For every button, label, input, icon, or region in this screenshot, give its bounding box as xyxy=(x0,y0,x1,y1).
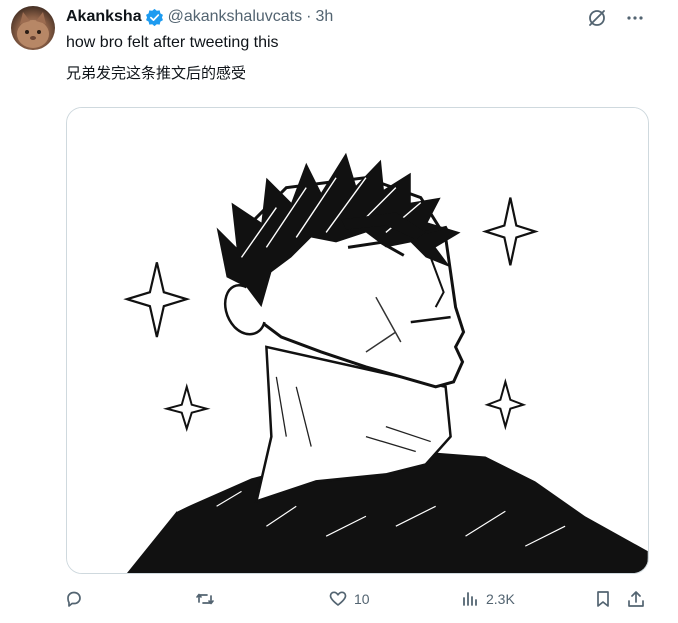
retweet-icon xyxy=(196,593,214,605)
author-handle[interactable]: @akankshaluvcats xyxy=(168,8,303,26)
cat-avatar-icon xyxy=(17,12,49,48)
share-button[interactable] xyxy=(626,589,646,609)
avatar[interactable] xyxy=(11,6,55,50)
heart-icon xyxy=(329,591,347,606)
like-count: 10 xyxy=(354,591,370,607)
timestamp[interactable]: 3h xyxy=(315,8,333,26)
bookmark-button[interactable] xyxy=(593,589,613,609)
views-count: 2.3K xyxy=(486,591,515,607)
display-name[interactable]: Akanksha xyxy=(66,8,142,26)
tweet-text-chinese: 兄弟发完这条推文后的感受 xyxy=(66,64,247,82)
views-icon xyxy=(463,592,477,606)
retweet-button[interactable] xyxy=(195,589,221,609)
more-icon[interactable] xyxy=(625,8,645,28)
reply-icon xyxy=(67,591,81,607)
tweet-header: Akanksha @akankshaluvcats · 3h xyxy=(66,6,333,28)
reply-button[interactable] xyxy=(64,589,90,609)
tweet-text-english: how bro felt after tweeting this xyxy=(66,34,279,51)
share-icon xyxy=(628,591,644,607)
top-right-icons xyxy=(587,8,645,28)
tweet-media-image[interactable] xyxy=(66,107,649,574)
like-button[interactable]: 10 xyxy=(328,589,370,609)
verified-badge-icon[interactable] xyxy=(145,8,164,27)
views-button[interactable]: 2.3K xyxy=(460,589,515,609)
bookmark-icon xyxy=(597,591,609,607)
tweet-card[interactable]: Akanksha @akankshaluvcats · 3h how bro f xyxy=(0,0,678,623)
separator-dot: · xyxy=(306,8,312,25)
grok-icon[interactable] xyxy=(587,8,607,28)
sketch-portrait-image-icon xyxy=(67,108,648,573)
tweet-actions-bar: 10 2.3K xyxy=(64,589,648,611)
